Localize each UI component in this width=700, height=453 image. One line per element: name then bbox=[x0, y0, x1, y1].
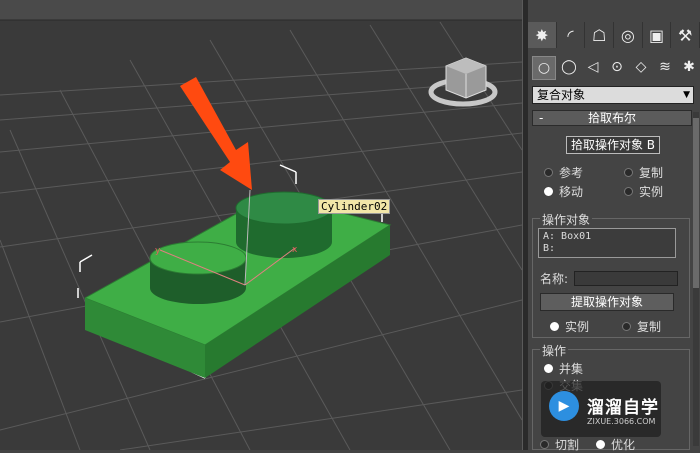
operand-name-field[interactable] bbox=[574, 271, 678, 286]
radio-cut[interactable]: 切割 bbox=[540, 436, 579, 453]
watermark-url: ZIXUE.3066.COM bbox=[587, 417, 656, 426]
radio-dot bbox=[622, 322, 631, 331]
radio-dot bbox=[624, 187, 633, 196]
operands-list[interactable]: A: Box01 B: bbox=[538, 228, 676, 258]
utilities-tab[interactable]: ⚒ bbox=[671, 22, 700, 48]
operands-group-title: 操作对象 bbox=[540, 211, 593, 228]
radio-dot bbox=[596, 440, 605, 449]
gizmo-axis-x: x bbox=[292, 245, 298, 255]
radio-label: 复制 bbox=[637, 320, 662, 334]
list-item[interactable]: A: Box01 bbox=[543, 231, 671, 243]
helpers-icon[interactable]: ◇ bbox=[630, 56, 652, 78]
spacewarps-icon[interactable]: ≋ bbox=[654, 56, 676, 78]
systems-icon[interactable]: ✱ bbox=[678, 56, 700, 78]
radio-union[interactable]: 并集 bbox=[544, 360, 583, 377]
object-type-icons: ○ ◯ ◁ ⊙ ◇ ≋ ✱ bbox=[532, 56, 700, 80]
radio-move[interactable]: 移动 bbox=[544, 183, 583, 200]
radio-dot bbox=[544, 364, 553, 373]
hierarchy-tab[interactable]: ☖ bbox=[585, 22, 615, 48]
create-tab[interactable]: ✸ bbox=[528, 22, 557, 48]
motion-tab[interactable]: ◎ bbox=[614, 22, 643, 48]
radio-instance[interactable]: 实例 bbox=[624, 183, 663, 200]
cameras-glyph: ⊙ bbox=[611, 59, 623, 75]
cameras-icon[interactable]: ⊙ bbox=[606, 56, 628, 78]
category-dropdown-value: 复合对象 bbox=[537, 88, 586, 102]
pick-boolean-rollout-header[interactable]: - 拾取布尔 bbox=[532, 110, 692, 126]
perspective-viewport[interactable]: y x Cylinder02 bbox=[0, 0, 522, 450]
create-icon: ✸ bbox=[535, 25, 549, 45]
object-name-tooltip: Cylinder02 bbox=[318, 199, 391, 214]
systems-glyph: ✱ bbox=[683, 59, 695, 75]
radio-extract-copy[interactable]: 复制 bbox=[622, 318, 661, 335]
extract-operand-button[interactable]: 提取操作对象 bbox=[540, 293, 674, 311]
shapes-icon[interactable]: ◯ bbox=[558, 56, 580, 78]
shapes-glyph: ◯ bbox=[561, 59, 577, 75]
radio-label: 切割 bbox=[555, 438, 580, 452]
rollout-title: 拾取布尔 bbox=[587, 111, 636, 125]
radio-dot bbox=[624, 168, 633, 177]
lights-glyph: ◁ bbox=[587, 59, 599, 75]
viewport-scene: y x bbox=[0, 0, 522, 450]
radio-extract-instance[interactable]: 实例 bbox=[550, 318, 589, 335]
radio-dot bbox=[544, 187, 553, 196]
radio-optimize[interactable]: 优化 bbox=[596, 436, 635, 453]
gizmo-axis-y: y bbox=[155, 246, 161, 256]
radio-dot bbox=[550, 322, 559, 331]
helpers-glyph: ◇ bbox=[635, 59, 647, 75]
radio-label: 优化 bbox=[611, 438, 636, 452]
radio-label: 移动 bbox=[559, 185, 584, 199]
geometry-glyph: ○ bbox=[537, 60, 551, 76]
display-icon: ▣ bbox=[648, 25, 665, 45]
radio-label: 实例 bbox=[565, 320, 590, 334]
category-dropdown[interactable]: 复合对象 ▼ bbox=[532, 86, 694, 104]
radio-dot bbox=[540, 440, 549, 449]
watermark-title: 溜溜自学 bbox=[587, 398, 659, 418]
radio-copy[interactable]: 复制 bbox=[624, 164, 663, 181]
modify-icon: ◜ bbox=[567, 25, 574, 45]
command-panel-tabs: ✸ ◜ ☖ ◎ ▣ ⚒ bbox=[528, 22, 700, 48]
chevron-down-icon: ▼ bbox=[683, 90, 690, 100]
spacewarps-glyph: ≋ bbox=[659, 59, 671, 75]
radio-label: 并集 bbox=[559, 362, 584, 376]
radio-label: 参考 bbox=[559, 166, 584, 180]
radio-label: 实例 bbox=[639, 185, 664, 199]
play-icon: ▶ bbox=[549, 391, 579, 421]
hierarchy-icon: ☖ bbox=[592, 25, 607, 45]
list-item[interactable]: B: bbox=[543, 243, 671, 255]
panel-scrollbar[interactable] bbox=[693, 112, 699, 446]
radio-dot bbox=[544, 168, 553, 177]
modify-tab[interactable]: ◜ bbox=[557, 22, 586, 48]
motion-icon: ◎ bbox=[620, 25, 635, 45]
scroll-thumb[interactable] bbox=[693, 118, 699, 288]
display-tab[interactable]: ▣ bbox=[643, 22, 672, 48]
name-label: 名称: bbox=[540, 272, 569, 286]
lights-icon[interactable]: ◁ bbox=[582, 56, 604, 78]
pick-operand-b-button[interactable]: 拾取操作对象 B bbox=[566, 136, 660, 154]
viewcube bbox=[428, 57, 498, 107]
radio-reference[interactable]: 参考 bbox=[544, 164, 583, 181]
operation-group-title: 操作 bbox=[540, 342, 569, 359]
geometry-icon[interactable]: ○ bbox=[532, 56, 556, 80]
utilities-icon: ⚒ bbox=[678, 25, 693, 45]
radio-label: 复制 bbox=[639, 166, 664, 180]
collapse-toggle[interactable]: - bbox=[539, 111, 543, 125]
watermark: ▶ 溜溜自学 ZIXUE.3066.COM bbox=[541, 381, 661, 437]
